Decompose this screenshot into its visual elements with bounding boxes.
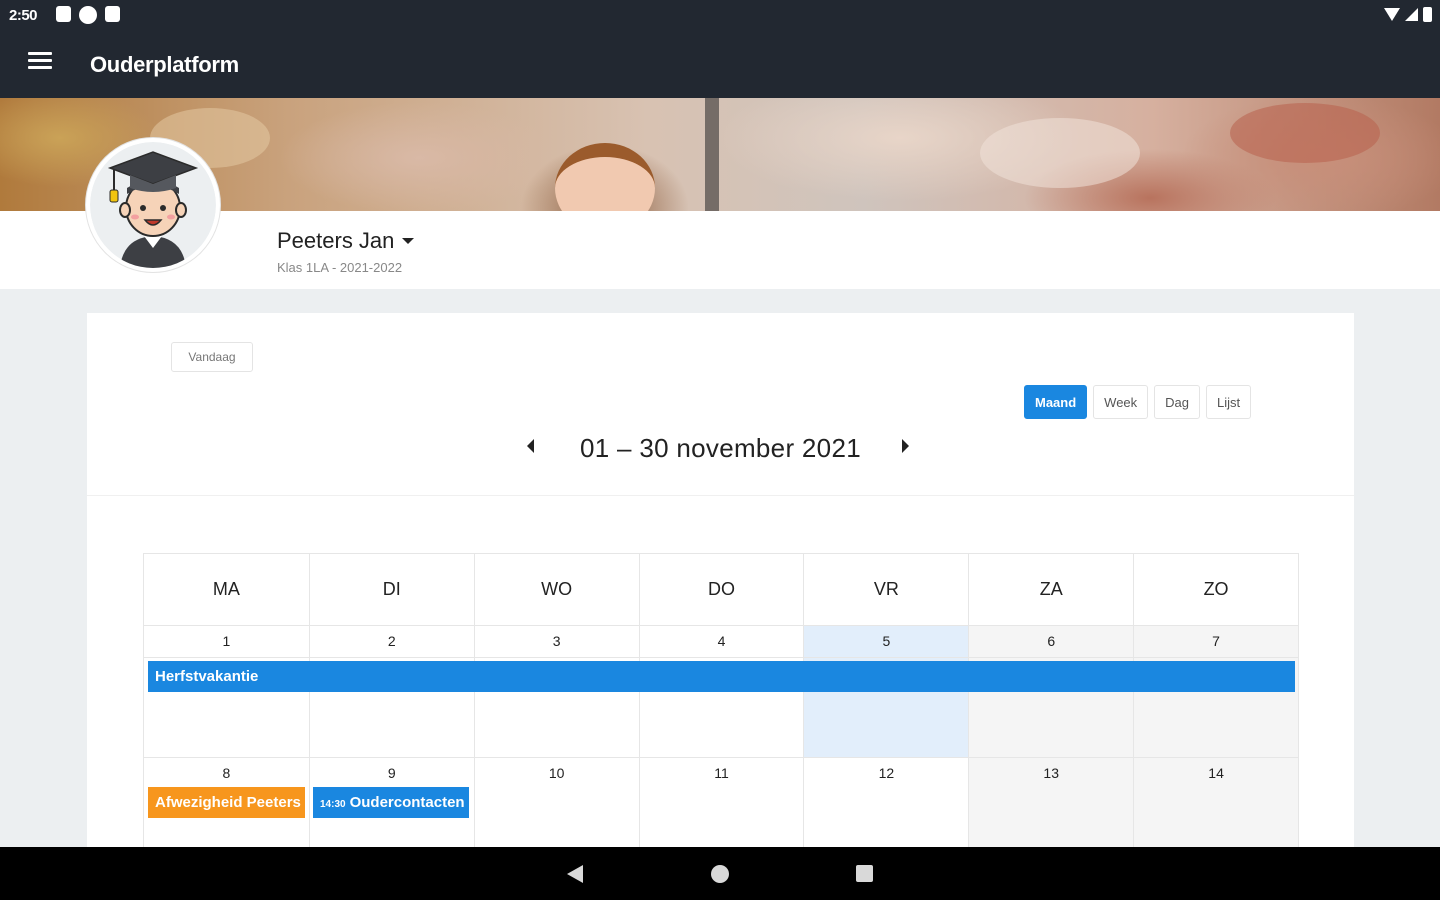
view-list-button[interactable]: Lijst (1206, 385, 1252, 419)
weekday-label: DO (638, 554, 804, 625)
weekday-label: ZO (1133, 554, 1298, 625)
calendar-event-herfstvakantie[interactable]: Herfstvakantie (148, 661, 1295, 692)
app-bar: Ouderplatform (0, 30, 1440, 98)
calendar-event-afwezigheid[interactable]: Afwezigheid Peeters (148, 787, 305, 818)
day-number: 5 (804, 626, 969, 658)
day-number: 3 (474, 626, 639, 658)
class-label: Klas 1LA (277, 260, 329, 275)
today-button[interactable]: Vandaag (171, 342, 253, 372)
class-separator: - (328, 260, 340, 275)
weekday-label: VR (803, 554, 968, 625)
view-day-button[interactable]: Dag (1154, 385, 1201, 419)
day-number: 10 (548, 765, 565, 781)
event-time: 14:30 (320, 799, 346, 810)
chevron-down-icon (402, 238, 415, 244)
day-number: 9 (387, 765, 396, 781)
status-bar: 2:50 (0, 0, 1440, 30)
wifi-icon (1384, 8, 1400, 21)
student-avatar (86, 138, 220, 272)
school-year: 2021-2022 (339, 260, 403, 275)
status-system-icons (1384, 7, 1432, 22)
view-switcher: Maand Week Dag Lijst (1024, 385, 1252, 419)
calendar-event-oudercontact[interactable]: 14:30 Oudercontacten (313, 787, 469, 818)
student-class-info: Klas 1LA - 2021-2022 (277, 260, 402, 275)
day-number: 6 (969, 626, 1134, 658)
day-number: 14 (1208, 765, 1224, 781)
day-number: 7 (1134, 626, 1298, 658)
divider (87, 495, 1354, 496)
status-time: 2:50 (9, 7, 38, 24)
sd-card-icon (105, 6, 120, 22)
calendar-card: Vandaag Maand Week Dag Lijst 01 – 30 nov… (87, 313, 1354, 878)
day-number: 13 (1043, 765, 1059, 781)
status-notification-icons (56, 6, 120, 24)
calendar-week-row: 1 2 3 4 5 6 7 Herfstvakantie (143, 626, 1299, 758)
day-number: 1 (144, 626, 309, 658)
notification-icon (56, 6, 71, 22)
event-title: Oudercontacten (349, 794, 465, 811)
weekday-label: MA (212, 579, 240, 599)
weekday-label: WO (473, 554, 639, 625)
next-period-button[interactable] (902, 439, 922, 455)
chevron-right-icon (902, 439, 909, 453)
weekday-label: ZA (968, 554, 1133, 625)
view-month-button[interactable]: Maand (1024, 385, 1088, 419)
home-icon[interactable] (711, 865, 729, 883)
event-title: Afwezigheid Peeters (155, 794, 301, 811)
signal-icon (1405, 8, 1418, 21)
battery-icon (1423, 7, 1432, 22)
calendar-range-title: 01 – 30 november 2021 (580, 433, 861, 463)
back-icon[interactable] (567, 865, 583, 883)
student-selector[interactable]: Peeters Jan (277, 228, 415, 254)
day-number: 4 (639, 626, 804, 658)
recent-apps-icon[interactable] (856, 865, 873, 882)
day-number: 2 (309, 626, 474, 658)
student-name: Peeters Jan (277, 228, 395, 253)
day-number: 11 (714, 765, 729, 781)
weekday-label: DI (308, 554, 474, 625)
month-calendar: MA DI WO DO VR ZA ZO 1 2 3 4 5 6 7 Herfs… (143, 553, 1299, 878)
system-navigation-bar (0, 847, 1440, 900)
hamburger-menu-icon[interactable] (28, 52, 52, 74)
sync-icon (79, 6, 97, 24)
day-number: 12 (878, 765, 895, 781)
day-number: 8 (222, 765, 231, 781)
view-week-button[interactable]: Week (1093, 385, 1149, 419)
weekday-header: MA DI WO DO VR ZA ZO (143, 553, 1299, 626)
graduate-avatar-icon (107, 151, 199, 268)
event-title: Herfstvakantie (155, 668, 259, 685)
app-title: Ouderplatform (90, 52, 239, 77)
